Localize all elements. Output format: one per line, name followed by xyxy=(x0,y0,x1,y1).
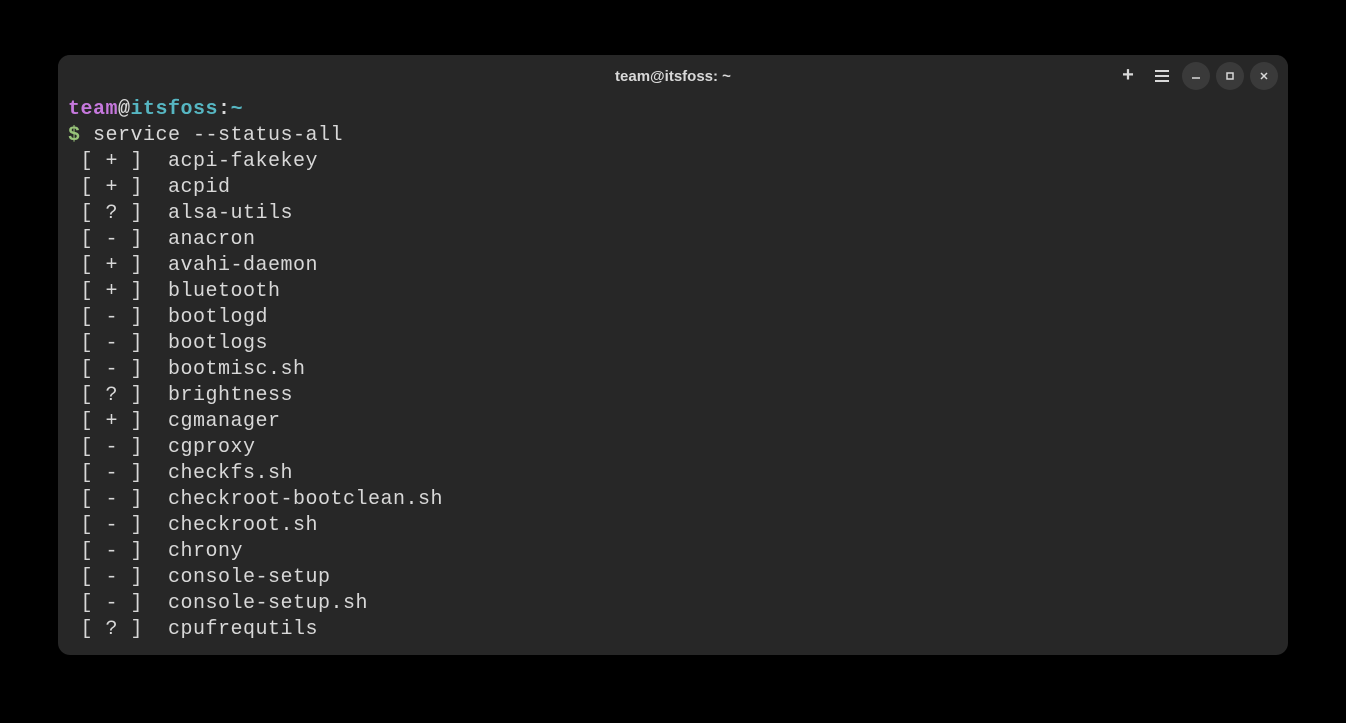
close-button[interactable] xyxy=(1250,62,1278,90)
service-line: [ - ] console-setup.sh xyxy=(68,591,1278,617)
service-line: [ ? ] brightness xyxy=(68,383,1278,409)
service-line: [ - ] checkfs.sh xyxy=(68,461,1278,487)
titlebar: team@itsfoss: ~ + xyxy=(58,55,1288,97)
services-output: [ + ] acpi-fakekey [ + ] acpid [ ? ] als… xyxy=(68,149,1278,643)
service-line: [ + ] acpi-fakekey xyxy=(68,149,1278,175)
minimize-button[interactable] xyxy=(1182,62,1210,90)
service-line: [ + ] cgmanager xyxy=(68,409,1278,435)
prompt-dollar: $ xyxy=(68,124,93,147)
prompt-at: @ xyxy=(118,98,131,121)
menu-button[interactable] xyxy=(1148,62,1176,90)
prompt-user: team xyxy=(68,98,118,121)
service-line: [ - ] anacron xyxy=(68,227,1278,253)
new-tab-button[interactable]: + xyxy=(1114,62,1142,90)
close-icon xyxy=(1258,70,1270,82)
service-line: [ - ] bootlogd xyxy=(68,305,1278,331)
plus-icon: + xyxy=(1122,65,1134,88)
service-line: [ - ] checkroot.sh xyxy=(68,513,1278,539)
service-line: [ - ] console-setup xyxy=(68,565,1278,591)
terminal-body[interactable]: team@itsfoss:~ $ service --status-all [ … xyxy=(58,97,1288,655)
service-line: [ - ] bootlogs xyxy=(68,331,1278,357)
minimize-icon xyxy=(1190,70,1202,82)
service-line: [ - ] checkroot-bootclean.sh xyxy=(68,487,1278,513)
window-title: team@itsfoss: ~ xyxy=(615,68,731,85)
prompt-host: itsfoss xyxy=(131,98,219,121)
command-text: service --status-all xyxy=(93,124,343,147)
service-line: [ - ] cgproxy xyxy=(68,435,1278,461)
service-line: [ ? ] alsa-utils xyxy=(68,201,1278,227)
service-line: [ - ] bootmisc.sh xyxy=(68,357,1278,383)
service-line: [ - ] chrony xyxy=(68,539,1278,565)
command-line: $ service --status-all xyxy=(68,123,1278,149)
service-line: [ ? ] cpufrequtils xyxy=(68,617,1278,643)
maximize-icon xyxy=(1224,70,1236,82)
maximize-button[interactable] xyxy=(1216,62,1244,90)
window-controls: + xyxy=(1114,62,1278,90)
prompt-path: ~ xyxy=(231,98,244,121)
service-line: [ + ] acpid xyxy=(68,175,1278,201)
hamburger-icon xyxy=(1155,70,1169,82)
terminal-window: team@itsfoss: ~ + xyxy=(58,55,1288,655)
service-line: [ + ] avahi-daemon xyxy=(68,253,1278,279)
service-line: [ + ] bluetooth xyxy=(68,279,1278,305)
prompt-line: team@itsfoss:~ xyxy=(68,97,1278,123)
prompt-colon: : xyxy=(218,98,231,121)
